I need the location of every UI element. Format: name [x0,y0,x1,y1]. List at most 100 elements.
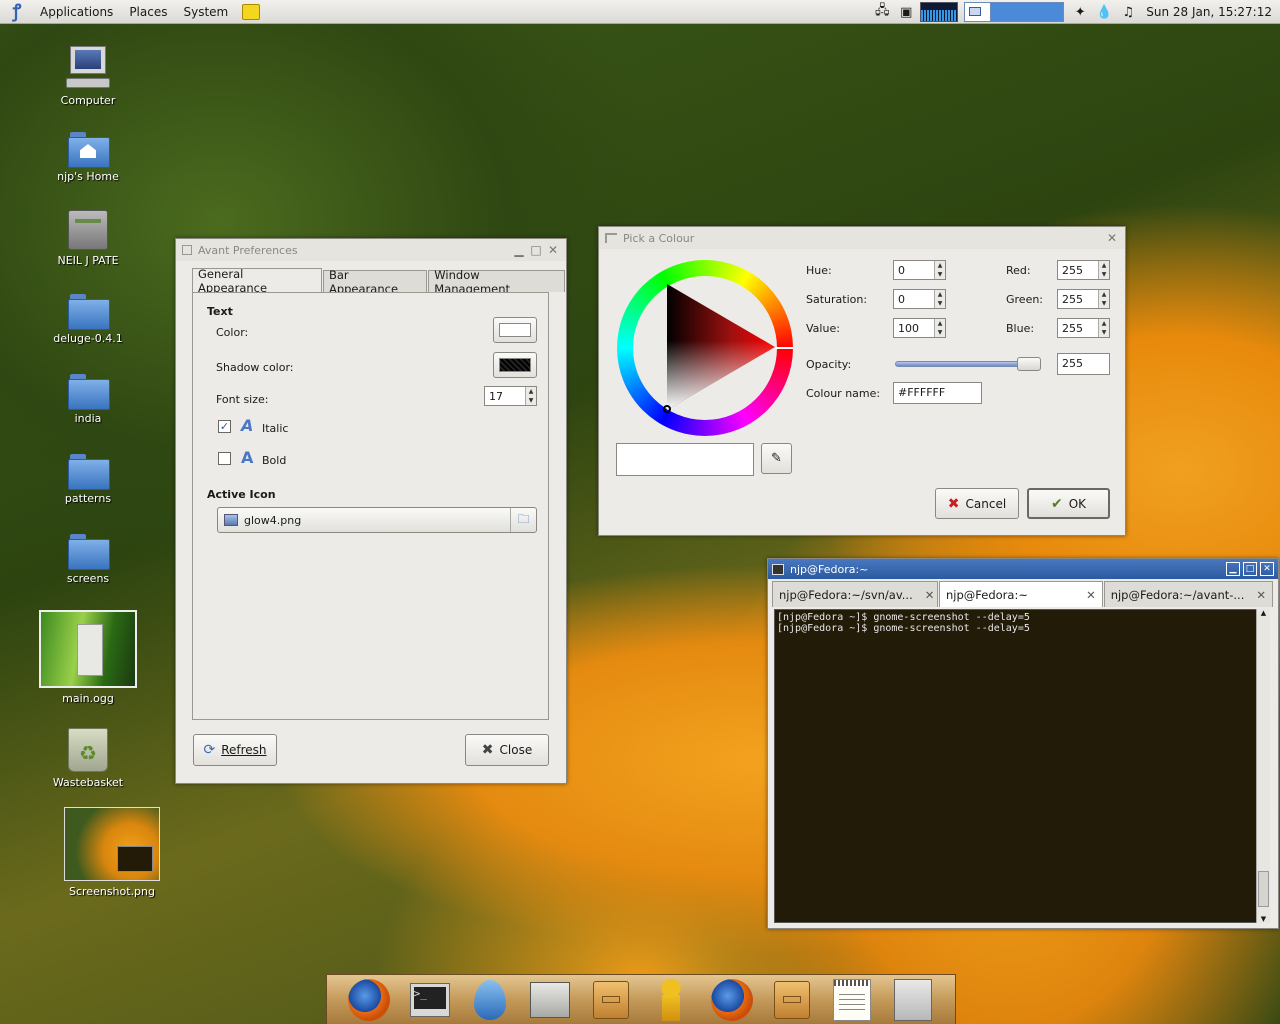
workspace-switcher[interactable] [964,2,1065,22]
value-spinner[interactable]: 100 ▲ ▼ [893,318,946,338]
firefox-icon[interactable] [346,977,392,1023]
maximize-icon[interactable]: □ [529,243,543,257]
cancel-button[interactable]: ✖ Cancel [935,488,1019,519]
window-titlebar[interactable]: njp@Fedora:~ ▁ □ ✕ [768,559,1278,579]
network-icon[interactable]: 🖧 [872,2,892,22]
red-value[interactable]: 255 [1058,261,1098,279]
hue-marker[interactable] [775,347,793,349]
minimize-icon[interactable]: ▁ [512,243,526,257]
red-spinner[interactable]: 255 ▲ ▼ [1057,260,1110,280]
terminal-launcher-icon[interactable] [407,977,453,1023]
refresh-button[interactable]: ⟳ Refresh [193,734,277,766]
ok-button[interactable]: ✔ OK [1027,488,1110,519]
green-value[interactable]: 255 [1058,290,1098,308]
sticky-notes-icon[interactable] [242,3,261,20]
desktop-icon-folder[interactable]: screens [38,534,138,585]
spin-up-icon[interactable]: ▲ [935,261,945,270]
font-size-spinner[interactable]: 17 ▲ ▼ [484,386,537,406]
window-menu-icon[interactable] [605,233,617,243]
hue-spinner[interactable]: 0 ▲ ▼ [893,260,946,280]
spin-down-icon[interactable]: ▼ [526,396,536,405]
spin-down-icon[interactable]: ▼ [935,328,945,337]
close-button[interactable]: ✖ Close [465,734,549,766]
terminal-tab-active[interactable]: njp@Fedora:~ ✕ [939,581,1103,607]
minimize-icon[interactable]: ▁ [1226,562,1240,576]
eyedropper-button[interactable]: ✎ [761,443,792,474]
spin-down-icon[interactable]: ▼ [1099,328,1109,337]
hue-ring[interactable] [617,260,793,436]
shadow-color-button[interactable] [493,352,537,378]
desktop-icon-wastebasket[interactable]: Wastebasket [38,728,138,789]
opacity-field[interactable]: 255 [1057,353,1110,375]
terminal-scrollbar[interactable]: ▲ ▼ [1256,609,1270,923]
music-note-icon[interactable]: ♫ [1118,2,1138,22]
desktop-icon-screenshot[interactable]: Screenshot.png [62,807,162,898]
spin-up-icon[interactable]: ▲ [1099,319,1109,328]
window-titlebar[interactable]: Pick a Colour ✕ [599,227,1125,249]
tab-window-management[interactable]: Window Management [428,268,565,296]
screenshot-applet-icon[interactable]: ▣ [896,2,916,22]
desktop-icon-drive[interactable]: NEIL J PATE [38,210,138,267]
opacity-slider-handle[interactable] [1017,357,1041,371]
file-cabinet-icon[interactable] [588,977,634,1023]
system-monitor-graph[interactable] [920,2,959,22]
text-editor-icon[interactable] [829,977,875,1023]
file-cabinet-icon[interactable] [769,977,815,1023]
spin-down-icon[interactable]: ▼ [935,299,945,308]
terminal-output[interactable]: [njp@Fedora ~]$ gnome-screenshot --delay… [774,609,1257,923]
spin-up-icon[interactable]: ▲ [1099,290,1109,299]
close-icon[interactable]: ✕ [546,243,560,257]
blue-spinner[interactable]: 255 ▲ ▼ [1057,318,1110,338]
maximize-icon[interactable]: □ [1243,562,1257,576]
scroll-up-icon[interactable]: ▲ [1257,609,1270,617]
hue-value[interactable]: 0 [894,261,934,279]
tab-close-icon[interactable]: ✕ [925,588,935,602]
tab-close-icon[interactable]: ✕ [1256,588,1266,602]
menu-system[interactable]: System [175,0,236,24]
desktop-icon-folder[interactable]: patterns [38,454,138,505]
scroll-down-icon[interactable]: ▼ [1257,915,1270,923]
desktop-icon-folder[interactable]: india [38,374,138,425]
bold-checkbox[interactable] [218,452,231,465]
menu-applications[interactable]: Applications [32,0,121,24]
green-spinner[interactable]: 255 ▲ ▼ [1057,289,1110,309]
fedora-logo-icon[interactable]: ꝭ [6,1,28,22]
colour-selector-marker[interactable] [663,405,671,413]
desktop-icon-folder[interactable]: deluge-0.4.1 [38,294,138,345]
color-button[interactable] [493,317,537,343]
spin-up-icon[interactable]: ▲ [526,387,536,396]
workspace-1[interactable] [965,3,992,21]
radio-player-icon[interactable] [527,977,573,1023]
close-icon[interactable]: ✕ [1260,562,1274,576]
spin-up-icon[interactable]: ▲ [935,290,945,299]
desktop-icon-video[interactable]: main.ogg [38,610,138,705]
spin-up-icon[interactable]: ▲ [935,319,945,328]
terminal-tab[interactable]: njp@Fedora:~/avant-... ✕ [1103,581,1273,607]
clock[interactable]: Sun 28 Jan, 15:27:12 [1140,5,1280,19]
messenger-icon[interactable]: ✦ [1070,2,1090,22]
preferences-tool-icon[interactable] [890,977,936,1023]
value-value[interactable]: 100 [894,319,934,337]
active-icon-file-chooser[interactable]: glow4.png 🗀 [217,507,537,533]
saturation-spinner[interactable]: 0 ▲ ▼ [893,289,946,309]
italic-checkbox[interactable]: ✓ [218,420,231,433]
messenger-person-icon[interactable] [648,977,694,1023]
tab-bar-appearance[interactable]: Bar Appearance [322,268,428,296]
open-folder-icon[interactable]: 🗀 [510,508,536,532]
workspace-2[interactable] [991,3,1064,21]
close-icon[interactable]: ✕ [1105,231,1119,245]
terminal-icon[interactable] [772,563,784,575]
water-drop-icon[interactable] [467,977,513,1023]
terminal-tab[interactable]: njp@Fedora:~/svn/av... ✕ [772,581,938,607]
spin-down-icon[interactable]: ▼ [935,270,945,279]
font-size-value[interactable]: 17 [485,387,525,405]
spin-down-icon[interactable]: ▼ [1099,270,1109,279]
spin-down-icon[interactable]: ▼ [1099,299,1109,308]
desktop-icon-computer[interactable]: Computer [38,46,138,107]
window-titlebar[interactable]: Avant Preferences ▁ □ ✕ [176,239,566,261]
drop-icon[interactable]: 💧 [1094,2,1114,22]
scrollbar-thumb[interactable] [1258,871,1269,907]
window-menu-icon[interactable] [182,245,192,255]
tab-general-appearance[interactable]: General Appearance [192,267,322,295]
saturation-value[interactable]: 0 [894,290,934,308]
